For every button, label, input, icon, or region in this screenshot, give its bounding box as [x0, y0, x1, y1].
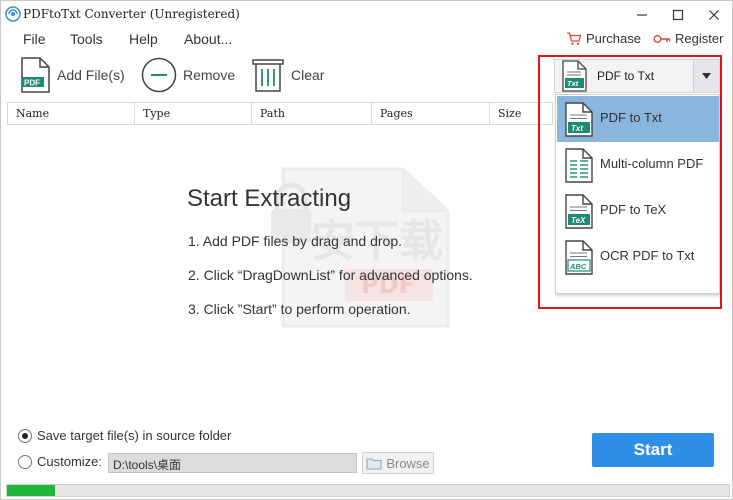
add-pdf-file-icon: PDF: [21, 57, 50, 93]
start-button[interactable]: Start: [592, 433, 714, 467]
menu-help[interactable]: Help: [129, 31, 158, 47]
title-bar: PDFtoTxt Converter (Unregistered): [1, 1, 732, 28]
purchase-label: Purchase: [586, 31, 641, 46]
minimize-button[interactable]: [625, 1, 659, 28]
instruction-step-3: 3. Click ”Start” to perform operation.: [188, 301, 411, 317]
shopping-cart-icon: [567, 32, 582, 45]
remove-minus-icon: [141, 57, 177, 93]
customize-option[interactable]: Customize:: [18, 454, 102, 469]
browse-label: Browse: [386, 455, 430, 471]
save-source-label: Save target file(s) in source folder: [37, 428, 232, 443]
folder-icon: [366, 458, 382, 469]
svg-text:Txt: Txt: [567, 79, 579, 88]
register-label: Register: [675, 31, 724, 46]
progress-bar: [6, 484, 730, 497]
column-header-path[interactable]: Path: [252, 103, 372, 124]
svg-text:Txt: Txt: [571, 124, 583, 133]
mode-option-ocr-pdf-to-txt[interactable]: ABC OCR PDF to Txt: [557, 234, 719, 280]
txt-document-icon: Txt: [562, 60, 587, 92]
remove-label: Remove: [183, 67, 236, 83]
custom-path-field[interactable]: D:\tools\桌面: [108, 453, 357, 473]
trash-icon: [252, 59, 284, 92]
close-icon: [709, 10, 719, 20]
conversion-mode-select[interactable]: Txt PDF to Txt: [554, 59, 720, 93]
column-header-type[interactable]: Type: [135, 103, 252, 124]
multicolumn-document-icon: [565, 148, 593, 183]
txt-document-icon: Txt: [565, 102, 593, 137]
instruction-step-2: 2. Click “DragDownList” for advanced opt…: [188, 267, 473, 283]
column-header-name[interactable]: Name: [8, 103, 135, 124]
dropdown-toggle[interactable]: [693, 60, 719, 92]
conversion-mode-value: PDF to Txt: [597, 69, 655, 83]
add-files-button[interactable]: PDF Add File(s): [19, 57, 125, 93]
save-source-radio[interactable]: [18, 428, 32, 443]
app-logo-icon: [5, 6, 21, 22]
menu-about[interactable]: About...: [184, 31, 232, 47]
conversion-mode-list: Txt PDF to Txt Multi-column PDF TeX PDF …: [555, 94, 720, 294]
mode-option-label: PDF to Txt: [600, 110, 662, 125]
menu-file[interactable]: File: [23, 31, 46, 47]
minimize-icon: [637, 14, 647, 16]
progress-fill: [7, 485, 56, 496]
register-link[interactable]: Register: [653, 31, 723, 46]
menu-bar: File Tools Help About... Purchase Regist…: [1, 28, 732, 50]
customize-label: Customize:: [37, 454, 103, 469]
app-window: PDFtoTxt Converter (Unregistered) File T…: [0, 0, 733, 500]
clear-button[interactable]: Clear: [251, 57, 324, 93]
remove-button[interactable]: Remove: [141, 57, 235, 93]
browse-button[interactable]: Browse: [362, 452, 434, 474]
purchase-link[interactable]: Purchase: [566, 31, 641, 46]
mode-option-label: Multi-column PDF: [600, 156, 704, 171]
mode-option-label: PDF to TeX: [600, 202, 667, 217]
menu-tools[interactable]: Tools: [70, 31, 103, 47]
column-header-pages[interactable]: Pages: [372, 103, 490, 124]
file-table-header: Name Type Path Pages Size: [7, 102, 553, 125]
key-icon: [653, 34, 671, 43]
mode-option-pdf-to-txt[interactable]: Txt PDF to Txt: [557, 96, 719, 142]
svg-text:ABC: ABC: [569, 262, 587, 271]
maximize-icon: [672, 9, 684, 21]
save-source-option[interactable]: Save target file(s) in source folder: [18, 428, 231, 443]
ocr-document-icon: ABC: [565, 240, 593, 275]
add-files-label: Add File(s): [57, 67, 125, 83]
mode-option-label: OCR PDF to Txt: [600, 248, 695, 263]
window-title: PDFtoTxt Converter (Unregistered): [23, 7, 240, 21]
tex-document-icon: TeX: [565, 194, 593, 229]
svg-text:PDF: PDF: [24, 79, 40, 88]
close-button[interactable]: [697, 1, 731, 28]
caret-down-icon: [702, 73, 711, 79]
instructions-title: Start Extracting: [187, 185, 352, 212]
mode-option-pdf-to-tex[interactable]: TeX PDF to TeX: [557, 188, 719, 234]
svg-text:TeX: TeX: [571, 216, 586, 225]
mode-option-multi-column-pdf[interactable]: Multi-column PDF: [557, 142, 719, 188]
clear-label: Clear: [291, 67, 325, 83]
customize-radio[interactable]: [18, 454, 32, 469]
instruction-step-1: 1. Add PDF files by drag and drop.: [188, 233, 403, 249]
maximize-button[interactable]: [661, 1, 695, 28]
